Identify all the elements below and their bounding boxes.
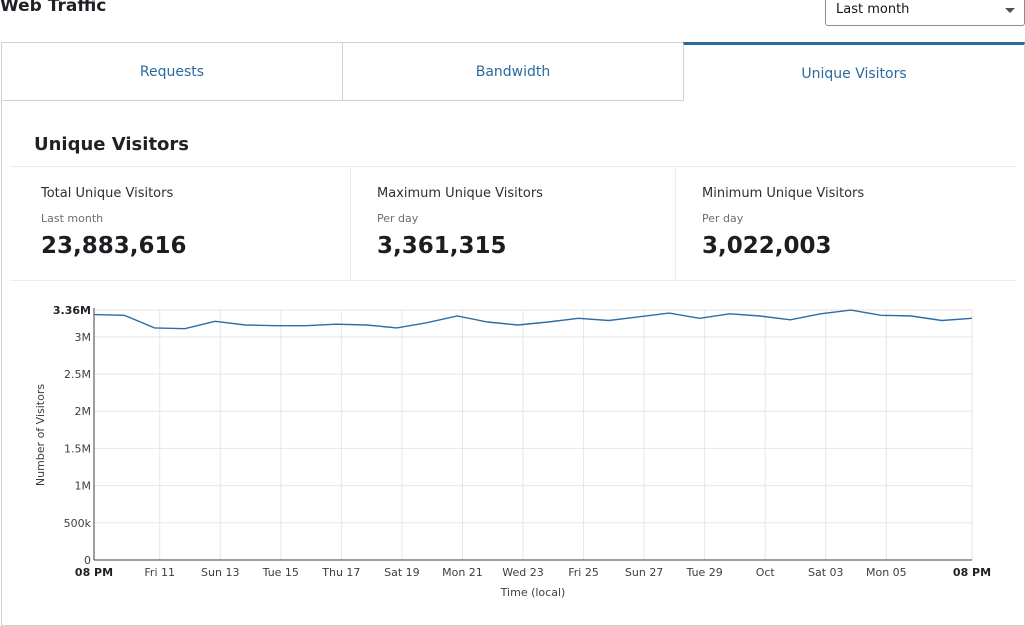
tab-bar: Requests Bandwidth Unique Visitors [1,42,1025,101]
x-tick-label: Sun 13 [201,566,239,579]
time-range-value: Last month [836,2,910,17]
x-tick-label: 08 PM [75,566,113,579]
tab-bandwidth[interactable]: Bandwidth [342,42,684,101]
stat-sublabel: Per day [377,212,419,225]
y-tick-label: 1.5M [64,442,91,455]
caret-down-icon [1005,8,1015,13]
page-title: Web Traffic [0,0,107,16]
stat-label: Maximum Unique Visitors [377,186,543,201]
y-tick-label: 1M [75,480,92,493]
stat-sublabel: Last month [41,212,104,225]
unique-visitors-chart: 0 500k 1M 1.5M 2M 2.5M 3M 3.36M 08 PM Fri 11 Sun 1… [0,290,1025,610]
x-tick-label: Sun 27 [625,566,663,579]
y-tick-label: 3M [75,331,92,344]
stat-total: Total Unique Visitors Last month 23,883,… [10,167,350,281]
x-tick-label: Fri 25 [568,566,599,579]
x-tick-label: Sat 03 [808,566,844,579]
y-axis-title: Number of Visitors [34,384,47,486]
x-tick-label: 08 PM [953,566,991,579]
x-tick-label: Oct [756,566,776,579]
tab-requests[interactable]: Requests [1,42,343,101]
x-tick-label: Mon 05 [866,566,907,579]
stat-label: Minimum Unique Visitors [702,186,865,201]
stat-sublabel: Per day [702,212,744,225]
y-tick-label: 3.36M [53,304,91,317]
x-tick-label: Thu 17 [321,566,360,579]
stats-row: Total Unique Visitors Last month 23,883,… [10,166,1016,281]
stat-maximum: Maximum Unique Visitors Per day 3,361,31… [350,167,675,281]
stat-value: 23,883,616 [41,233,187,259]
x-tick-label: Sat 19 [384,566,420,579]
x-tick-label: Tue 15 [262,566,299,579]
x-tick-label: Tue 29 [686,566,723,579]
tab-unique-visitors[interactable]: Unique Visitors [683,42,1025,101]
y-tick-label: 500k [64,517,92,530]
stat-minimum: Minimum Unique Visitors Per day 3,022,00… [675,167,1016,281]
series-line [93,309,973,330]
stat-value: 3,022,003 [702,233,832,259]
x-axis-title: Time (local) [500,586,566,599]
x-tick-label: Mon 21 [442,566,483,579]
stat-label: Total Unique Visitors [41,186,174,201]
stat-value: 3,361,315 [377,233,507,259]
chart-svg: 0500k1M1.5M2M2.5M3M3.36M08 PM Fri 11 Sun 1… [34,304,991,599]
x-tick-label: Wed 23 [502,566,543,579]
x-tick-label: Fri 11 [144,566,175,579]
y-tick-label: 2M [75,405,92,418]
y-tick-label: 2.5M [64,368,91,381]
time-range-select[interactable]: Last month [825,0,1025,26]
section-title: Unique Visitors [34,134,190,155]
